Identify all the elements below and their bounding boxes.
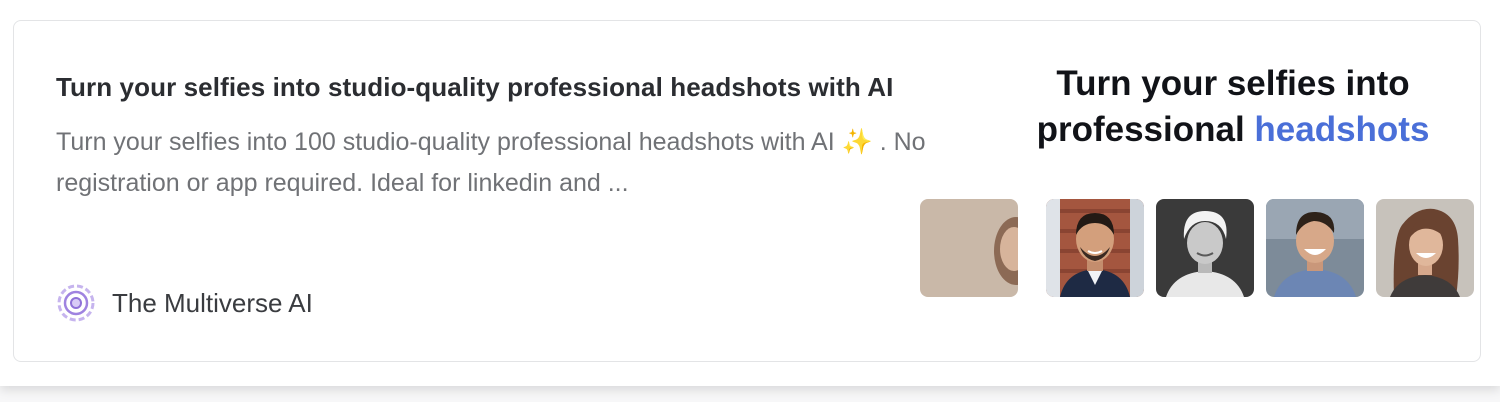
multiverse-logo-icon — [56, 283, 96, 323]
source-name: The Multiverse AI — [112, 287, 313, 318]
headshot-photo-man-smiling — [1266, 199, 1364, 297]
search-result-card[interactable]: Turn your selfies into studio-quality pr… — [13, 20, 1481, 362]
preview-title-line-1: Turn your selfies into — [1056, 64, 1410, 103]
headshot-photo-partial-left — [920, 199, 1018, 297]
result-text-column: Turn your selfies into studio-quality pr… — [56, 65, 956, 204]
preview-title-line-2: professional headshots — [996, 107, 1470, 153]
preview-title-highlight: headshots — [1254, 110, 1430, 149]
preview-image[interactable]: Turn your selfies into professional head… — [920, 21, 1480, 361]
headshot-photo-woman-smiling — [1376, 199, 1474, 297]
preview-title-plain: professional — [1036, 110, 1255, 149]
search-result-frame: Turn your selfies into studio-quality pr… — [0, 0, 1500, 386]
result-source[interactable]: The Multiverse AI — [56, 283, 313, 323]
headshot-photo-man-suit — [1046, 199, 1144, 297]
preview-title: Turn your selfies into professional head… — [996, 61, 1470, 153]
headshot-photo-woman-grayscale — [1156, 199, 1254, 297]
result-title[interactable]: Turn your selfies into studio-quality pr… — [56, 65, 956, 110]
result-description: Turn your selfies into 100 studio-qualit… — [56, 128, 926, 197]
